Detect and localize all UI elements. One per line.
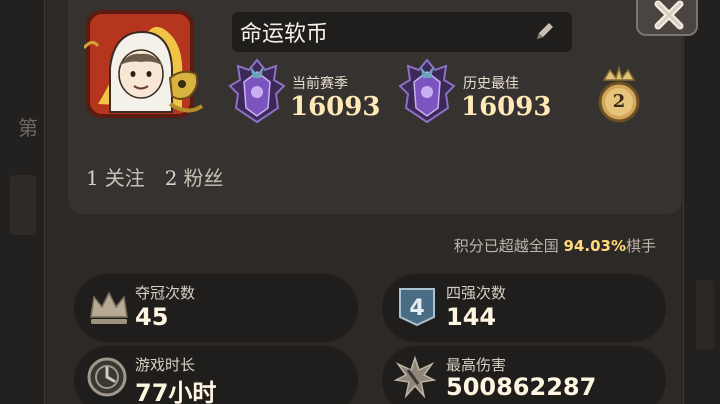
- top-four-label: 四强次数: [446, 284, 507, 302]
- svg-text:4: 4: [409, 296, 424, 321]
- championships-label: 夺冠次数: [135, 284, 196, 302]
- percentile-suffix: 棋手: [625, 237, 656, 255]
- player-avatar[interactable]: [84, 8, 204, 126]
- championships-value: 45: [135, 303, 169, 331]
- clock-icon: [86, 356, 128, 398]
- close-bone-icon: [654, 0, 684, 30]
- following-count: 1: [86, 166, 99, 190]
- current-season-rank-emblem[interactable]: [226, 58, 288, 124]
- following-label[interactable]: 关注: [105, 166, 145, 190]
- crown-level-number: 2: [612, 91, 626, 112]
- social-counts: 1 关注 2 粉丝: [86, 162, 223, 191]
- max-damage-value: 500862287: [446, 373, 597, 401]
- player-name: 命运软币: [240, 22, 329, 47]
- background-figure-right: [696, 280, 714, 350]
- background-figure: [10, 175, 36, 235]
- best-rank-emblem[interactable]: [396, 58, 458, 124]
- damage-burst-icon: [394, 356, 436, 398]
- percentile-value: 94.03%: [563, 237, 626, 255]
- best-rank-label: 历史最佳: [463, 76, 519, 92]
- background-glyph: 第: [18, 116, 38, 140]
- close-button[interactable]: [636, 0, 698, 36]
- percentile-prefix: 积分已超越全国: [453, 237, 559, 255]
- top-four-icon: 4: [396, 285, 438, 327]
- current-season-score: 16093: [290, 92, 381, 122]
- top-four-value: 144: [446, 303, 497, 331]
- current-season-label: 当前赛季: [292, 76, 348, 92]
- playtime-value: 77小时: [135, 379, 217, 404]
- best-rank-score: 16093: [461, 92, 552, 122]
- max-damage-label: 最高伤害: [446, 356, 507, 374]
- playtime-label: 游戏时长: [135, 356, 196, 374]
- crown-icon: [88, 287, 130, 329]
- followers-label[interactable]: 粉丝: [183, 166, 223, 190]
- followers-count: 2: [164, 166, 178, 190]
- edit-pencil-icon[interactable]: [534, 20, 556, 42]
- percentile-line: 积分已超越全国 94.03%棋手: [454, 235, 656, 256]
- background-left-scene: 第: [0, 0, 44, 404]
